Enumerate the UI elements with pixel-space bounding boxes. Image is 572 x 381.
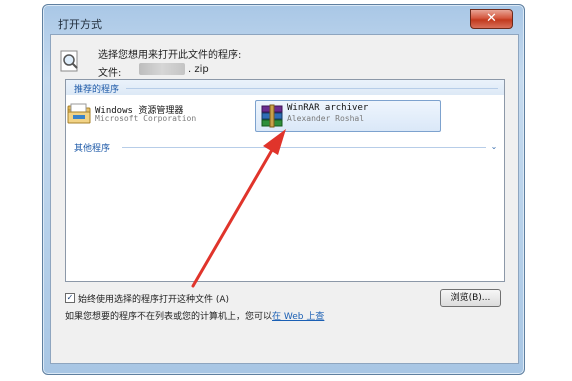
dialog-body: 选择您想用来打开此文件的程序: 文件: . zip 推荐的程序 Windows … — [50, 34, 519, 364]
explorer-icon — [67, 103, 91, 124]
file-extension: . zip — [188, 64, 209, 75]
program-list[interactable]: 推荐的程序 Windows 资源管理器 Microsoft Corporatio… — [65, 79, 505, 282]
program-item-winrar[interactable]: WinRAR archiver Alexander Roshal — [255, 100, 441, 132]
other-programs-header[interactable]: 其他程序 — [74, 141, 110, 154]
file-search-icon — [60, 50, 78, 72]
chevron-down-icon[interactable]: ⌄ — [489, 142, 499, 152]
bottom-hint-text: 如果您想要的程序不在列表或您的计算机上，您可以 — [65, 312, 273, 322]
file-label: 文件: — [98, 68, 122, 79]
file-name-redacted — [139, 63, 185, 75]
winrar-icon — [261, 104, 283, 128]
web-search-link[interactable]: 在 Web 上查 — [272, 312, 324, 322]
group-divider — [122, 147, 486, 148]
group-divider — [126, 88, 498, 89]
program-name: WinRAR archiver — [287, 103, 369, 113]
recommended-header: 推荐的程序 — [74, 85, 120, 95]
recommended-group-header: 推荐的程序 — [66, 80, 504, 95]
program-publisher: Microsoft Corporation — [95, 114, 197, 123]
always-use-label: 始终使用选择的程序打开这种文件 (A) — [78, 295, 230, 305]
prompt-text: 选择您想用来打开此文件的程序: — [98, 50, 242, 61]
close-button[interactable]: ✕ — [470, 9, 513, 29]
browse-button[interactable]: 浏览(B)... — [440, 289, 501, 307]
dialog-title: 打开方式 — [58, 18, 102, 31]
program-item-explorer[interactable]: Windows 资源管理器 Microsoft Corporation — [67, 101, 247, 131]
open-with-dialog: 打开方式 ✕ 选择您想用来打开此文件的程序: 文件: . zip 推荐的程序 W… — [42, 4, 525, 375]
program-publisher: Alexander Roshal — [287, 114, 365, 123]
always-use-checkbox[interactable]: ✓ — [65, 293, 75, 303]
bottom-hint: 如果您想要的程序不在列表或您的计算机上，您可以在 Web 上查 — [65, 309, 324, 322]
close-icon: ✕ — [486, 11, 497, 26]
